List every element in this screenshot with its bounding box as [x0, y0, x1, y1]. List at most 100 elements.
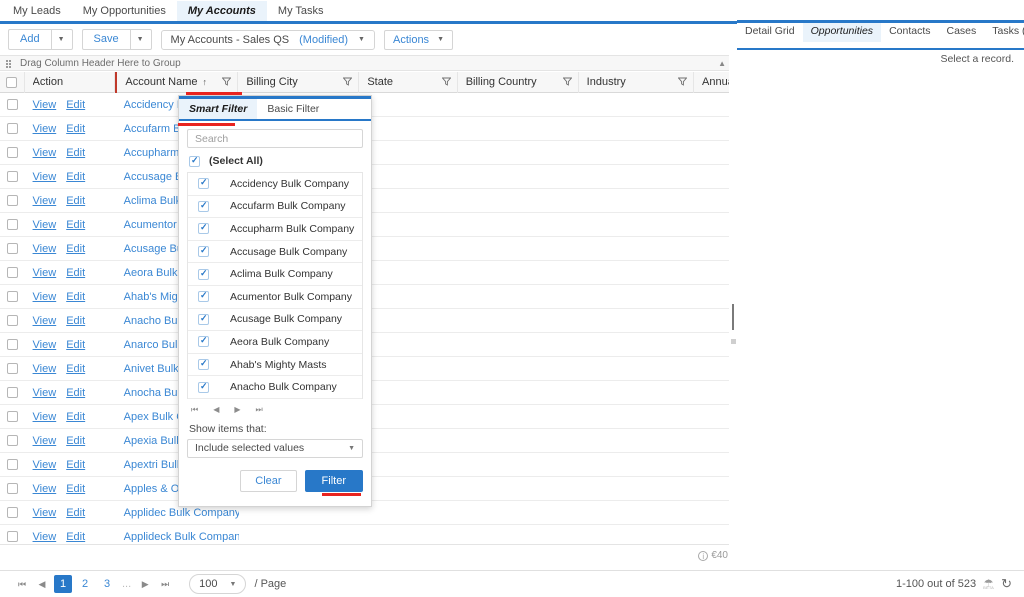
column-filter-icon[interactable]	[677, 77, 688, 86]
filter-item-checkbox[interactable]	[198, 245, 209, 258]
grid-column-header-billing-city[interactable]: Billing City	[238, 72, 360, 93]
row-select-cell[interactable]	[0, 477, 25, 501]
row-checkbox[interactable]	[6, 483, 18, 494]
row-checkbox[interactable]	[6, 171, 18, 182]
row-checkbox[interactable]	[6, 531, 18, 542]
row-checkbox[interactable]	[6, 387, 18, 398]
edit-link[interactable]: Edit	[66, 99, 85, 111]
row-select-cell[interactable]	[0, 93, 25, 117]
edit-link[interactable]: Edit	[66, 267, 85, 279]
edit-link[interactable]: Edit	[66, 435, 85, 447]
row-checkbox[interactable]	[6, 507, 18, 518]
top-tab-my-leads[interactable]: My Leads	[2, 1, 72, 22]
row-select-cell[interactable]	[0, 261, 25, 285]
filter-list-item[interactable]: Aeora Bulk Company	[188, 331, 362, 354]
row-checkbox[interactable]	[6, 339, 18, 350]
select-all-rows-header[interactable]	[0, 72, 25, 93]
filter-last-page-icon[interactable]: ⏭	[256, 405, 263, 415]
filter-button[interactable]: Filter	[304, 469, 363, 492]
filter-tab-basic-filter[interactable]: Basic Filter	[257, 99, 329, 119]
add-dropdown-caret-icon[interactable]: ▼	[51, 29, 73, 50]
filter-first-page-icon[interactable]: ⏮	[191, 405, 198, 415]
view-link[interactable]: View	[33, 171, 57, 183]
row-checkbox[interactable]	[6, 435, 18, 446]
filter-item-checkbox[interactable]	[198, 268, 209, 280]
filter-condition-select[interactable]: Include selected values ▼	[187, 438, 363, 458]
filter-list-item[interactable]: Anacho Bulk Company	[188, 376, 362, 399]
top-tab-my-tasks[interactable]: My Tasks	[267, 1, 335, 22]
view-link[interactable]: View	[33, 459, 57, 471]
column-filter-icon[interactable]	[342, 77, 353, 86]
filter-next-page-icon[interactable]: ▶	[234, 405, 240, 414]
edit-link[interactable]: Edit	[66, 171, 85, 183]
row-checkbox[interactable]	[6, 219, 18, 230]
filter-tab-smart-filter[interactable]: Smart Filter	[179, 99, 258, 119]
pager-next-page-icon[interactable]: ▶	[135, 579, 155, 590]
view-link[interactable]: View	[33, 435, 57, 447]
edit-link[interactable]: Edit	[66, 459, 85, 471]
row-select-cell[interactable]	[0, 501, 25, 525]
row-select-cell[interactable]	[0, 237, 25, 261]
row-checkbox[interactable]	[6, 243, 18, 254]
row-select-cell[interactable]	[0, 213, 25, 237]
row-checkbox[interactable]	[6, 459, 18, 470]
row-select-cell[interactable]	[0, 285, 25, 309]
view-link[interactable]: View	[33, 267, 57, 279]
view-link[interactable]: View	[33, 291, 57, 303]
filter-list-item[interactable]: Accidency Bulk Company	[188, 173, 362, 196]
grid-column-header-industry[interactable]: Industry	[579, 72, 694, 93]
row-select-cell[interactable]	[0, 141, 25, 165]
row-checkbox[interactable]	[6, 267, 18, 278]
edit-link[interactable]: Edit	[66, 483, 85, 495]
pager-first-page-icon[interactable]: ⏮	[12, 579, 32, 590]
view-link[interactable]: View	[33, 483, 57, 495]
view-link[interactable]: View	[33, 339, 57, 351]
view-link[interactable]: View	[33, 531, 57, 543]
add-button[interactable]: Add	[8, 29, 52, 50]
filter-item-checkbox[interactable]	[198, 177, 209, 190]
pager-page-3[interactable]: 3	[98, 575, 116, 593]
row-select-cell[interactable]	[0, 405, 25, 429]
pager-page-1[interactable]: 1	[54, 575, 72, 593]
filter-list-item[interactable]: Accusage Bulk Company	[188, 241, 362, 264]
row-select-cell[interactable]	[0, 189, 25, 213]
edit-link[interactable]: Edit	[66, 291, 85, 303]
edit-link[interactable]: Edit	[66, 123, 85, 135]
view-link[interactable]: View	[33, 363, 57, 375]
edit-link[interactable]: Edit	[66, 531, 85, 543]
actions-button[interactable]: Actions ▼	[383, 29, 453, 50]
edit-link[interactable]: Edit	[66, 387, 85, 399]
actions-caret-down-icon[interactable]: ▼	[437, 36, 444, 43]
view-link[interactable]: View	[33, 387, 57, 399]
edit-link[interactable]: Edit	[66, 219, 85, 231]
row-checkbox[interactable]	[6, 315, 18, 326]
pager-last-page-icon[interactable]: ⏭	[155, 579, 175, 590]
edit-link[interactable]: Edit	[66, 411, 85, 423]
edit-link[interactable]: Edit	[66, 363, 85, 375]
select-all-rows-checkbox[interactable]	[6, 76, 18, 88]
view-link[interactable]: View	[33, 507, 57, 519]
edit-link[interactable]: Edit	[66, 507, 85, 519]
filter-list-item[interactable]: Accufarm Bulk Company	[188, 196, 362, 219]
save-button[interactable]: Save	[81, 29, 131, 50]
row-select-cell[interactable]	[0, 357, 25, 381]
view-link[interactable]: View	[33, 411, 57, 423]
pager-refresh-icon[interactable]: ↻	[1001, 576, 1012, 592]
view-selector[interactable]: My Accounts - Sales QS (Modified) ▼	[160, 29, 375, 50]
filter-item-checkbox[interactable]	[198, 313, 209, 325]
sort-ascending-icon[interactable]: ↑	[203, 77, 208, 87]
view-caret-down-icon[interactable]: ▼	[358, 36, 365, 43]
view-link[interactable]: View	[33, 195, 57, 207]
column-filter-icon[interactable]	[562, 77, 573, 86]
detail-tab-detail-grid[interactable]: Detail Grid	[737, 22, 803, 42]
pager-page-2[interactable]: 2	[76, 575, 94, 593]
grid-column-header-state[interactable]: State	[359, 72, 458, 93]
view-link[interactable]: View	[33, 99, 57, 111]
grid-column-header-annua[interactable]: Annua	[694, 72, 734, 93]
edit-link[interactable]: Edit	[66, 243, 85, 255]
top-tab-my-accounts[interactable]: My Accounts	[176, 1, 267, 22]
row-checkbox[interactable]	[6, 147, 18, 158]
top-tab-my-opportunities[interactable]: My Opportunities	[72, 1, 177, 22]
row-checkbox[interactable]	[6, 363, 18, 374]
account-name-link[interactable]: Applideck Bulk Company	[124, 531, 239, 543]
